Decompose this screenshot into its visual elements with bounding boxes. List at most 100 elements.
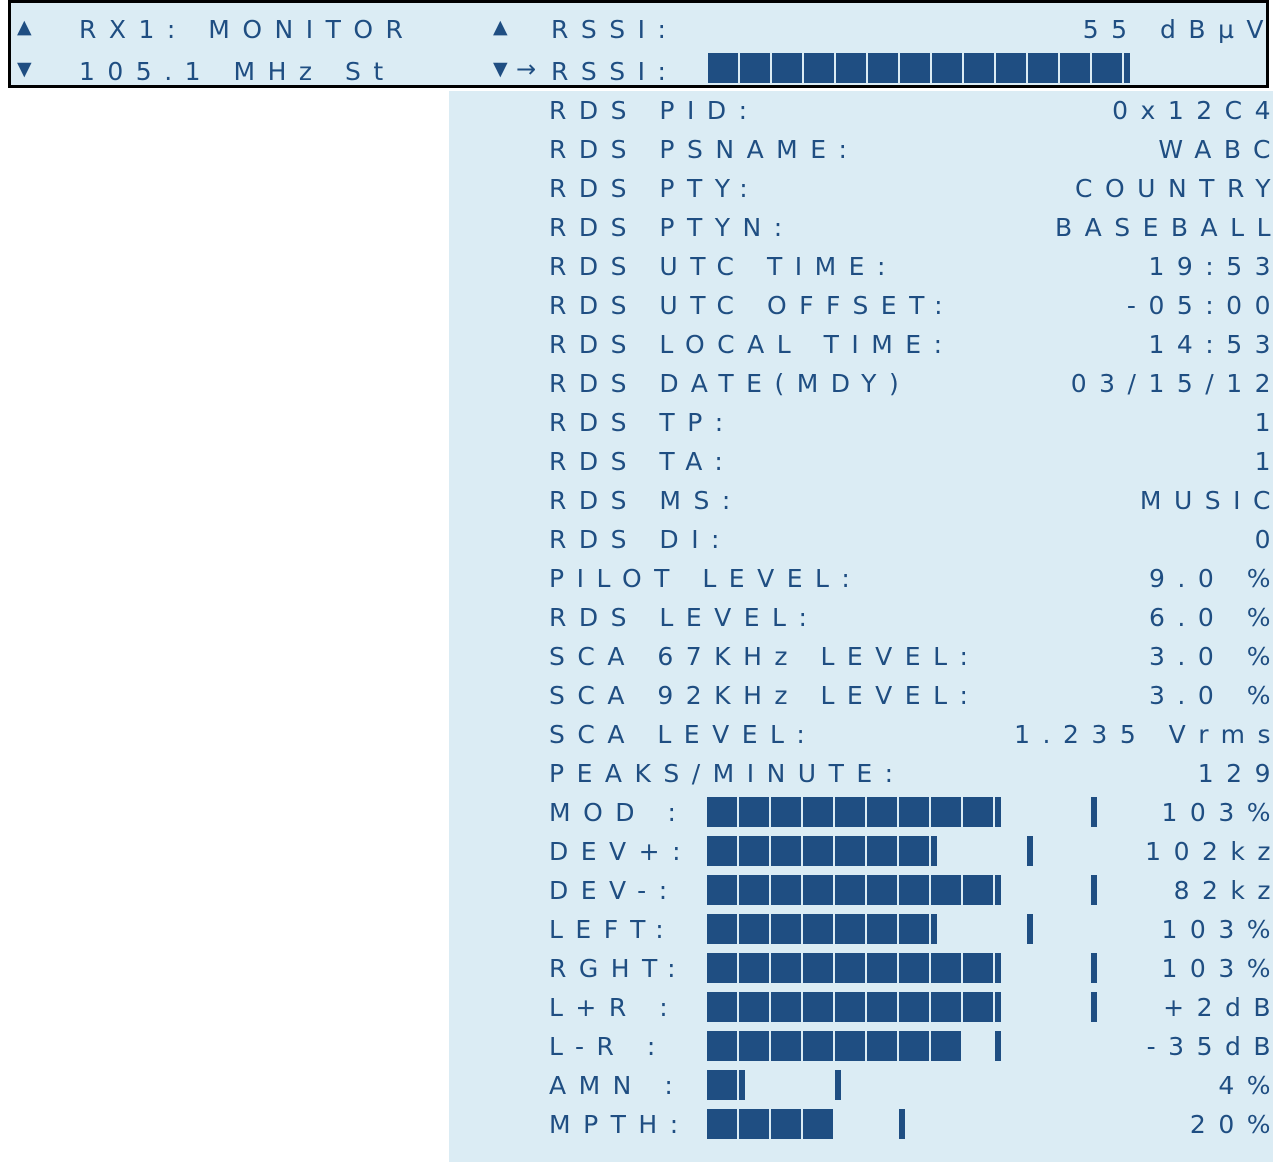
rssi-block: [900, 53, 930, 83]
row-label: RDS DI:: [549, 525, 732, 554]
meter-label: MOD :: [549, 798, 689, 827]
row-value: COUNTRY: [1075, 174, 1273, 203]
row-value: 129: [1197, 759, 1271, 788]
meter-block: [771, 1109, 801, 1139]
row-value: 6.0 %: [1149, 603, 1273, 632]
rssi-block: [1060, 53, 1090, 83]
meter-block: [963, 953, 993, 983]
row-value: 03/15/12: [1070, 369, 1273, 398]
peak-marker: [1091, 992, 1097, 1022]
meter-value: 103%: [1161, 798, 1273, 827]
row-value: 3.0 %: [1149, 642, 1273, 671]
triangle-down-icon[interactable]: ▼: [493, 55, 508, 83]
meter-block: [835, 914, 865, 944]
meter-block-partial: [995, 992, 1001, 1022]
row-value: 3.0 %: [1149, 681, 1273, 710]
rssi-block: [836, 53, 866, 83]
frequency-readout: 105.1 MHz St: [79, 57, 396, 86]
peak-marker: [1091, 875, 1097, 905]
row-value: 14:53: [1148, 330, 1273, 359]
meter-block: [835, 992, 865, 1022]
meter-block: [867, 797, 897, 827]
meter-block: [739, 836, 769, 866]
peak-marker: [835, 1070, 841, 1100]
right-arrow-icon: →: [516, 55, 537, 83]
rssi-block: [1092, 53, 1122, 83]
meter-block: [707, 1070, 737, 1100]
meter-block: [803, 992, 833, 1022]
meter-block: [771, 953, 801, 983]
row-label: PEAKS/MINUTE:: [549, 759, 906, 788]
row-value: MUSIC: [1139, 486, 1273, 515]
meter-block: [707, 1031, 737, 1061]
meter-block: [771, 836, 801, 866]
peak-marker: [1091, 953, 1097, 983]
rssi-block: [708, 53, 738, 83]
row-value: 19:53: [1148, 252, 1273, 281]
rssi-block-partial: [1124, 53, 1130, 83]
meter-label: LEFT:: [549, 915, 677, 944]
meter-label: MPTH:: [549, 1110, 691, 1139]
meter-label: L-R :: [549, 1032, 668, 1061]
row-value: 9.0 %: [1149, 564, 1273, 593]
rssi-value: 55 dBµV: [1082, 15, 1273, 44]
meter-bar: [707, 1031, 1127, 1061]
meter-block: [803, 797, 833, 827]
peak-marker: [899, 1109, 905, 1139]
meter-block: [931, 875, 961, 905]
rssi-block: [772, 53, 802, 83]
meter-value: +2dB: [1163, 993, 1273, 1022]
row-value: 1: [863, 409, 1273, 437]
meter-block-partial: [931, 836, 937, 866]
status-bar: ▲ ▼ RX1: MONITOR 105.1 MHz St ▲ ▼ → RSSI…: [8, 0, 1269, 88]
meter-block: [739, 914, 769, 944]
meter-block: [707, 953, 737, 983]
rssi-block: [868, 53, 898, 83]
row-label: RDS PTY:: [549, 174, 761, 203]
meter-block: [931, 992, 961, 1022]
meter-block: [707, 797, 737, 827]
peak-marker: [1027, 914, 1033, 944]
meter-block: [899, 1031, 929, 1061]
meter-block: [963, 875, 993, 905]
meter-block: [867, 992, 897, 1022]
meter-block: [803, 953, 833, 983]
row-label: SCA LEVEL:: [549, 720, 818, 749]
triangle-down-icon[interactable]: ▼: [17, 55, 32, 83]
meter-block: [835, 953, 865, 983]
meter-value: -35dB: [1146, 1032, 1273, 1061]
meter-label: RGHT:: [549, 954, 688, 983]
meter-block: [867, 1031, 897, 1061]
meter-block: [963, 992, 993, 1022]
meter-bar: [707, 992, 1127, 1022]
row-label: RDS MS:: [549, 486, 743, 515]
row-value: 0x12C4: [1112, 96, 1273, 125]
peak-marker: [1091, 797, 1097, 827]
peak-marker: [995, 1031, 1001, 1061]
meter-block: [867, 836, 897, 866]
row-label: RDS PID:: [549, 96, 760, 125]
meter-block: [707, 914, 737, 944]
meter-block: [899, 992, 929, 1022]
meter-value: 103%: [1161, 954, 1273, 983]
meter-block: [707, 875, 737, 905]
rssi-bar: [708, 53, 1130, 83]
row-label: RDS PTYN:: [549, 213, 795, 242]
row-value: WABC: [1158, 135, 1273, 164]
row-label: RDS LEVEL:: [549, 603, 820, 632]
meter-block: [867, 914, 897, 944]
rssi-block: [964, 53, 994, 83]
triangle-up-icon[interactable]: ▲: [17, 13, 32, 41]
meter-value: 20%: [1189, 1110, 1271, 1139]
row-label: RDS UTC TIME:: [549, 252, 898, 281]
row-label: PILOT LEVEL:: [549, 564, 863, 593]
rssi-block: [740, 53, 770, 83]
meter-block: [835, 797, 865, 827]
meter-bar: [707, 914, 1127, 944]
triangle-up-icon[interactable]: ▲: [493, 13, 508, 41]
monitor-panel: RDS PID: 0x12C4 RDS PSNAME: WABC RDS PTY: COU…: [449, 91, 1273, 1162]
meter-label: AMN :: [549, 1071, 686, 1100]
meter-block: [963, 797, 993, 827]
meter-block: [899, 914, 929, 944]
meter-block: [899, 797, 929, 827]
